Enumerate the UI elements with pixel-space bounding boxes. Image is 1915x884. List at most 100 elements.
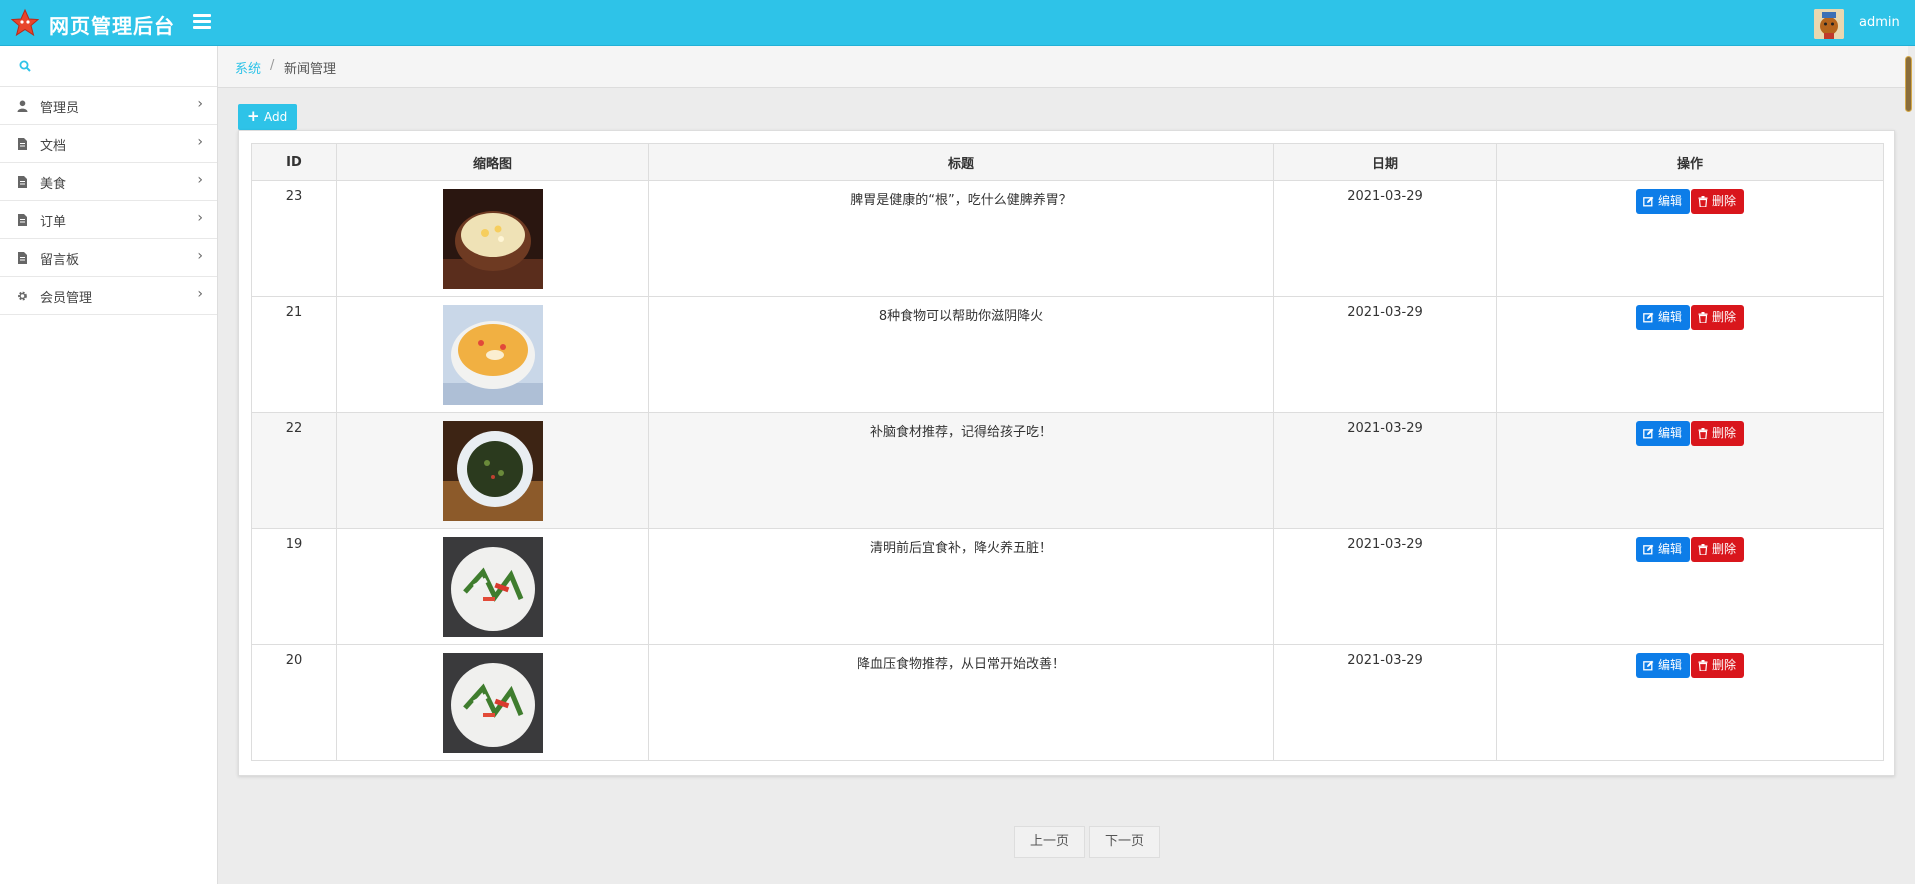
add-button[interactable]: + Add <box>238 104 297 130</box>
table-row: 19 清明前后宜食补，降火养五脏！ 2021-03-29 编辑 删除 <box>251 528 1884 645</box>
edit-button[interactable]: 编辑 <box>1635 189 1690 214</box>
cell-id: 19 <box>251 528 337 645</box>
cell-title[interactable]: 脾胃是健康的“根”，吃什么健脾养胃？ <box>648 180 1274 297</box>
breadcrumb-current: 新闻管理 <box>284 62 337 77</box>
edit-icon <box>1643 544 1654 555</box>
cell-id: 21 <box>251 296 337 413</box>
delete-button[interactable]: 删除 <box>1691 653 1745 678</box>
edit-button[interactable]: 编辑 <box>1635 305 1690 330</box>
next-page-button[interactable]: 下一页 <box>1089 826 1160 858</box>
chevron-right-icon: › <box>197 248 203 264</box>
column-header-date[interactable]: 日期 <box>1273 143 1497 181</box>
cell-date: 2021-03-29 <box>1273 412 1497 529</box>
edit-button-label: 编辑 <box>1657 542 1682 556</box>
sidebar-item-food[interactable]: 美食 › <box>0 163 217 201</box>
cell-date: 2021-03-29 <box>1273 180 1497 297</box>
thumbnail-image <box>442 305 543 405</box>
cell-title[interactable]: 清明前后宜食补，降火养五脏！ <box>648 528 1274 645</box>
page-scrollbar[interactable] <box>1905 56 1912 112</box>
avatar[interactable] <box>1814 9 1844 39</box>
table-row: 21 8种食物可以帮助你滋阴降火 2021-03-29 编辑 删除 <box>251 296 1884 413</box>
column-header-thumb[interactable]: 缩略图 <box>336 143 649 181</box>
top-bar: 网页管理后台 admin <box>0 0 1915 46</box>
column-header-title[interactable]: 标题 <box>648 143 1274 181</box>
cell-date: 2021-03-29 <box>1273 644 1497 761</box>
sidebar-search[interactable] <box>0 46 217 87</box>
star-logo-icon <box>10 8 40 37</box>
sidebar-item-label: 会员管理 <box>40 291 93 306</box>
edit-button[interactable]: 编辑 <box>1635 537 1690 562</box>
cell-actions: 编辑 删除 <box>1496 412 1884 529</box>
cell-thumb <box>336 296 649 413</box>
breadcrumb-root-link[interactable]: 系统 <box>235 58 261 77</box>
cell-thumb <box>336 644 649 761</box>
file-icon <box>18 252 27 264</box>
file-icon <box>18 176 27 188</box>
prev-page-button[interactable]: 上一页 <box>1014 826 1085 858</box>
plus-icon: + <box>247 107 260 125</box>
table-row: 23 脾胃是健康的“根”，吃什么健脾养胃？ 2021-03-29 编辑 删除 <box>251 180 1884 297</box>
cell-actions: 编辑 删除 <box>1496 528 1884 645</box>
thumbnail-image <box>442 537 543 637</box>
delete-button[interactable]: 删除 <box>1691 421 1745 446</box>
cell-actions: 编辑 删除 <box>1496 180 1884 297</box>
cell-title[interactable]: 8种食物可以帮助你滋阴降火 <box>648 296 1274 413</box>
table-row: 20 降血压食物推荐，从日常开始改善！ 2021-03-29 编辑 删除 <box>251 644 1884 761</box>
column-header-id[interactable]: ID <box>251 143 337 181</box>
edit-icon <box>1643 428 1654 439</box>
edit-button[interactable]: 编辑 <box>1635 421 1690 446</box>
delete-button-label: 删除 <box>1712 310 1737 324</box>
chevron-right-icon: › <box>197 210 203 226</box>
search-icon[interactable] <box>19 60 31 72</box>
thumbnail-image <box>442 421 543 521</box>
cell-id: 20 <box>251 644 337 761</box>
trash-icon <box>1698 660 1708 671</box>
sidebar-item-admins[interactable]: 管理员 › <box>0 87 217 125</box>
cell-id: 23 <box>251 180 337 297</box>
cell-actions: 编辑 删除 <box>1496 296 1884 413</box>
app-title: 网页管理后台 <box>49 14 175 38</box>
sidebar-item-orders[interactable]: 订单 › <box>0 201 217 239</box>
cell-title[interactable]: 降血压食物推荐，从日常开始改善！ <box>648 644 1274 761</box>
cell-thumb <box>336 412 649 529</box>
trash-icon <box>1698 544 1708 555</box>
sidebar-item-members[interactable]: 会员管理 › <box>0 277 217 315</box>
trash-icon <box>1698 428 1708 439</box>
sidebar-item-documents[interactable]: 文档 › <box>0 125 217 163</box>
news-table: ID 缩略图 标题 日期 操作 23 脾胃是健康的“根”，吃什么健脾养胃？ 20… <box>251 143 1884 761</box>
cell-date: 2021-03-29 <box>1273 528 1497 645</box>
chevron-right-icon: › <box>197 172 203 188</box>
sidebar-item-guestbook[interactable]: 留言板 › <box>0 239 217 277</box>
cell-title[interactable]: 补脑食材推荐，记得给孩子吃！ <box>648 412 1274 529</box>
cell-id: 22 <box>251 412 337 529</box>
cell-thumb <box>336 180 649 297</box>
menu-toggle-icon[interactable] <box>193 14 211 30</box>
chevron-right-icon: › <box>197 286 203 302</box>
file-icon <box>18 138 27 150</box>
delete-button-label: 删除 <box>1712 658 1737 672</box>
trash-icon <box>1698 196 1708 207</box>
chevron-right-icon: › <box>197 134 203 150</box>
table-header-row: ID 缩略图 标题 日期 操作 <box>251 143 1884 181</box>
edit-button-label: 编辑 <box>1657 426 1682 440</box>
sidebar-item-label: 管理员 <box>40 101 80 116</box>
edit-button[interactable]: 编辑 <box>1635 653 1690 678</box>
edit-button-label: 编辑 <box>1657 194 1682 208</box>
trash-icon <box>1698 312 1708 323</box>
table-row: 22 补脑食材推荐，记得给孩子吃！ 2021-03-29 编辑 删除 <box>251 412 1884 529</box>
column-header-actions: 操作 <box>1496 143 1884 181</box>
breadcrumb-separator: / <box>270 58 275 73</box>
add-button-label: Add <box>264 110 288 124</box>
cell-actions: 编辑 删除 <box>1496 644 1884 761</box>
news-table-panel: ID 缩略图 标题 日期 操作 23 脾胃是健康的“根”，吃什么健脾养胃？ 20… <box>238 130 1895 776</box>
sidebar-item-label: 订单 <box>40 215 67 230</box>
username[interactable]: admin <box>1859 15 1900 30</box>
delete-button-label: 删除 <box>1712 426 1737 440</box>
breadcrumb: 系统 / 新闻管理 <box>218 46 1908 88</box>
delete-button[interactable]: 删除 <box>1691 189 1745 214</box>
edit-icon <box>1643 312 1654 323</box>
thumbnail-image <box>442 189 543 289</box>
thumbnail-image <box>442 653 543 753</box>
delete-button[interactable]: 删除 <box>1691 305 1745 330</box>
delete-button[interactable]: 删除 <box>1691 537 1745 562</box>
